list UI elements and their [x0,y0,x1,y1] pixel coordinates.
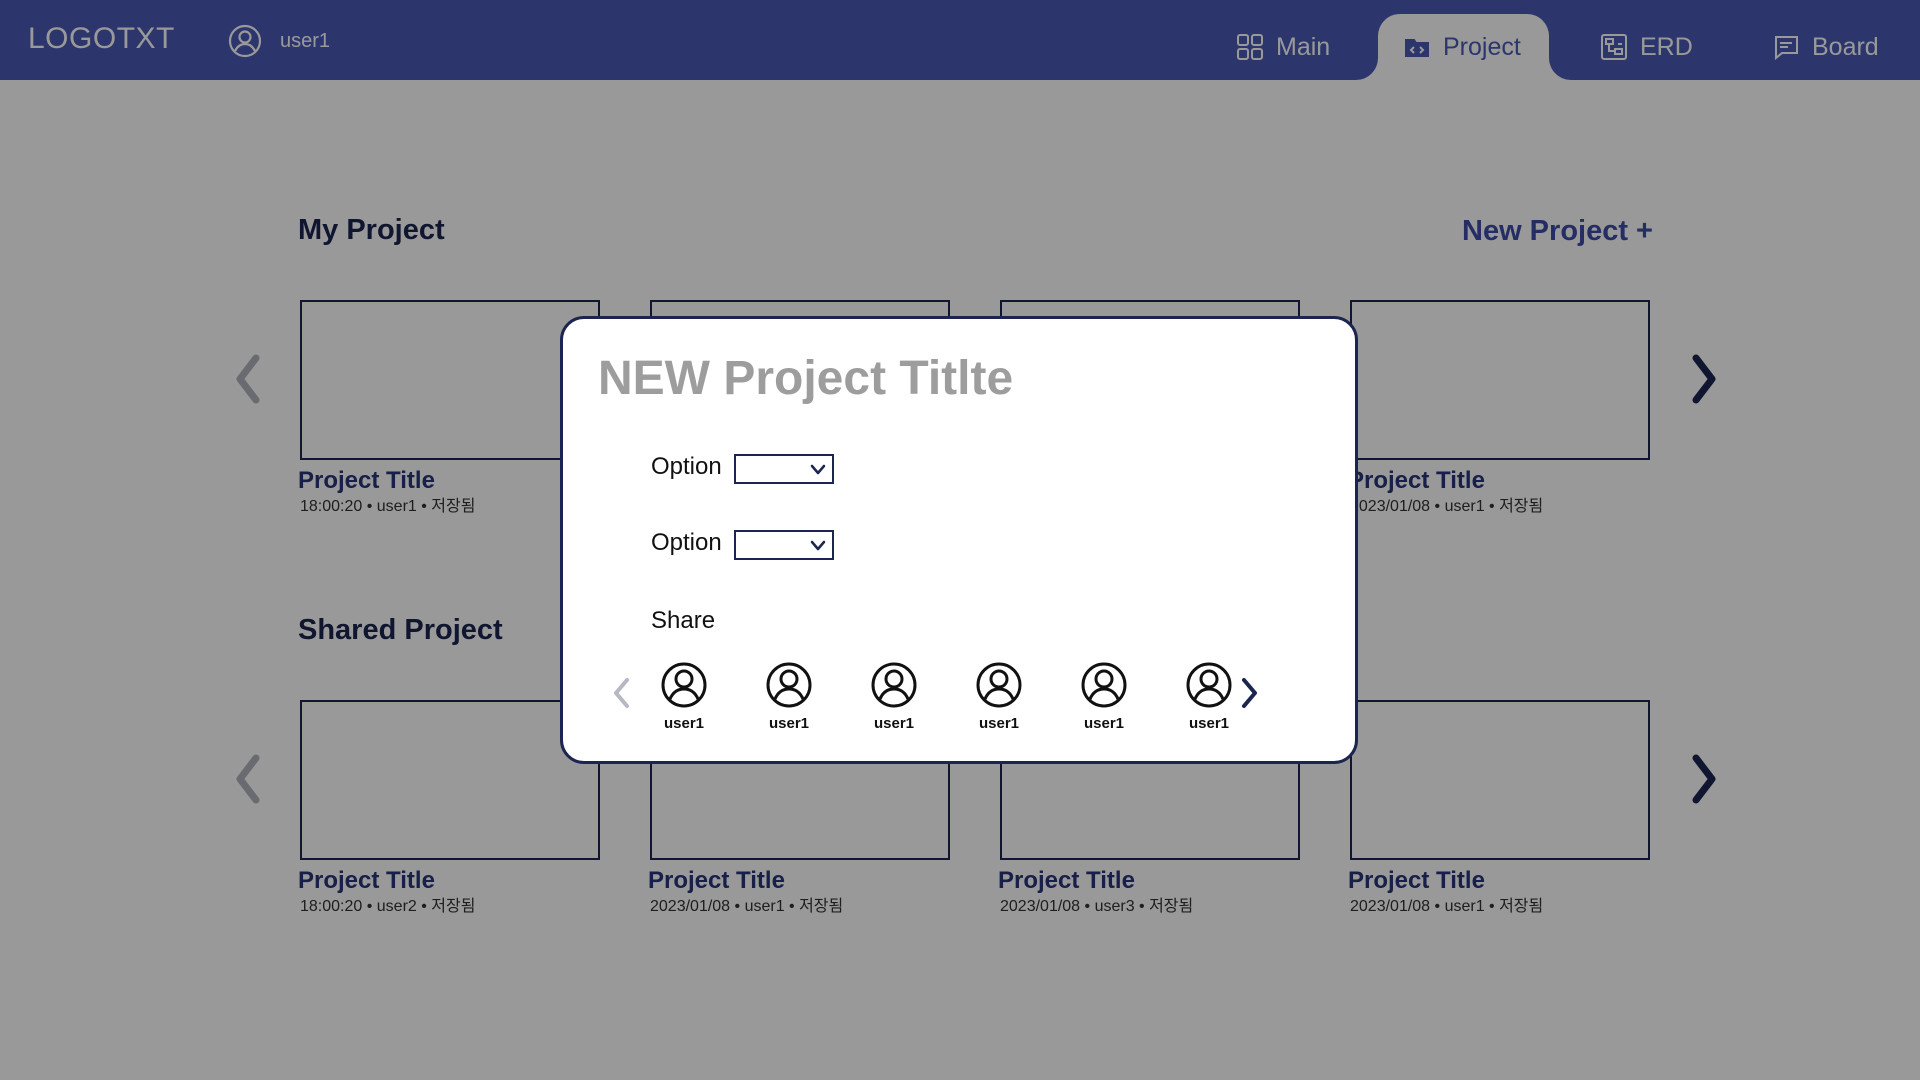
option-label: Option [651,529,722,556]
option-select[interactable] [734,530,834,560]
share-label: Share [651,607,716,634]
option-label: Option [651,453,722,480]
share-user-name: user1 [768,715,810,732]
user-circle-icon [1186,662,1232,708]
share-user[interactable]: user1 [1174,661,1244,732]
share-next-arrow[interactable] [1237,675,1261,711]
option-select[interactable] [734,454,834,484]
share-user[interactable]: user1 [649,661,719,732]
share-user-name: user1 [1188,715,1230,732]
share-user-name: user1 [663,715,705,732]
share-user-name: user1 [978,715,1020,732]
new-project-modal: NEW Project Titlte Option Option Share u… [560,316,1358,764]
share-user[interactable]: user1 [964,661,1034,732]
share-user[interactable]: user1 [859,661,929,732]
share-user[interactable]: user1 [754,661,824,732]
share-user-name: user1 [873,715,915,732]
chevron-down-icon [810,540,826,551]
user-circle-icon [766,662,812,708]
user-circle-icon [661,662,707,708]
share-user[interactable]: user1 [1069,661,1139,732]
user-circle-icon [976,662,1022,708]
share-user-name: user1 [1083,715,1125,732]
user-circle-icon [1081,662,1127,708]
share-prev-arrow[interactable] [610,675,634,711]
project-title-input[interactable]: NEW Project Titlte [598,351,1013,406]
user-circle-icon [871,662,917,708]
chevron-down-icon [810,464,826,475]
